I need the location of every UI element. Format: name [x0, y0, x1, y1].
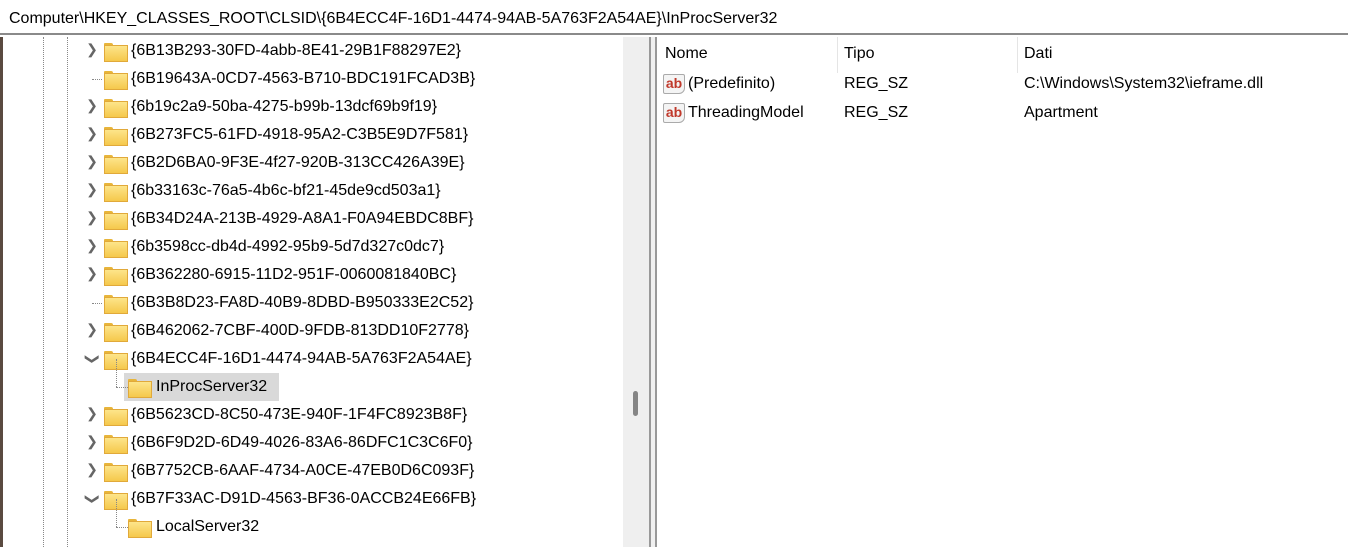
tree-item-label: {6b33163c-76a5-4b6c-bf21-45de9cd503a1} — [131, 182, 441, 199]
tree-item[interactable]: ❯ {6B5623CD-8C50-473E-940F-1F4FC8923B8F} — [0, 401, 620, 429]
tree-item[interactable]: ❯ {6B13B293-30FD-4abb-8E41-29B1F88297E2} — [0, 37, 620, 65]
tree-item[interactable]: ❯ {6b3598cc-db4d-4992-95b9-5d7d327c0dc7} — [0, 233, 620, 261]
tree-scrollbar[interactable] — [623, 37, 649, 547]
tree-item-label: {6B7F33AC-D91D-4563-BF36-0ACCB24E66FB} — [131, 490, 477, 507]
folder-icon — [128, 379, 152, 398]
folder-icon — [104, 127, 128, 146]
tree-connector — [116, 499, 117, 527]
folder-icon — [104, 211, 128, 230]
folder-icon — [104, 351, 128, 370]
tree-item-label: {6B3B8D23-FA8D-40B9-8DBD-B950333E2C52} — [131, 294, 474, 311]
column-divider[interactable] — [1017, 37, 1018, 73]
folder-icon — [104, 239, 128, 258]
tree-item-label: {6B6F9D2D-6D49-4026-83A6-86DFC1C3C6F0} — [131, 434, 473, 451]
folder-icon — [104, 407, 128, 426]
value-type: REG_SZ — [844, 104, 909, 121]
tree-item[interactable]: ❯ {6B4ECC4F-16D1-4474-94AB-5A763F2A54AE} — [0, 345, 620, 373]
tree-item-label: {6B13B293-30FD-4abb-8E41-29B1F88297E2} — [131, 42, 462, 59]
tree-item-label: {6B362280-6915-11D2-951F-0060081840BC} — [131, 266, 457, 283]
column-header-name[interactable]: Nome — [665, 45, 708, 63]
tree-item-label: {6B462062-7CBF-400D-9FDB-813DD10F2778} — [131, 322, 469, 339]
folder-icon — [104, 295, 128, 314]
tree-item[interactable]: ❯ {6B34D24A-213B-4929-A8A1-F0A94EBDC8BF} — [0, 205, 620, 233]
folder-icon — [104, 463, 128, 482]
tree-connector — [116, 387, 128, 388]
tree-item[interactable]: LocalServer32 — [0, 499, 620, 541]
value-type: REG_SZ — [844, 75, 909, 92]
value-data: Apartment — [1024, 104, 1098, 121]
tree-item[interactable] — [0, 541, 620, 547]
key-tree[interactable]: ❯ {6B13B293-30FD-4abb-8E41-29B1F88297E2} {… — [0, 37, 623, 547]
scrollbar-thumb[interactable] — [633, 391, 638, 416]
pane-splitter[interactable] — [649, 37, 657, 547]
tree-item-label: {6B4ECC4F-16D1-4474-94AB-5A763F2A54AE} — [131, 350, 472, 367]
chevron-down-icon[interactable]: ❯ — [81, 491, 101, 507]
chevron-right-icon[interactable]: ❯ — [84, 461, 100, 481]
tree-item[interactable]: ❯ {6B6F9D2D-6D49-4026-83A6-86DFC1C3C6F0} — [0, 429, 620, 457]
chevron-right-icon[interactable]: ❯ — [84, 265, 100, 285]
tree-item-label: {6B7752CB-6AAF-4734-A0CE-47EB0D6C093F} — [131, 462, 475, 479]
column-header-type[interactable]: Tipo — [844, 45, 875, 63]
folder-icon — [104, 435, 128, 454]
tree-connector — [116, 359, 117, 387]
tree-item[interactable]: ❯ {6B2D6BA0-9F3E-4f27-920B-313CC426A39E} — [0, 149, 620, 177]
tree-item[interactable]: ❯ {6B7752CB-6AAF-4734-A0CE-47EB0D6C093F} — [0, 457, 620, 485]
chevron-down-icon[interactable]: ❯ — [81, 351, 101, 367]
chevron-right-icon[interactable]: ❯ — [84, 97, 100, 117]
chevron-right-icon[interactable]: ❯ — [84, 321, 100, 341]
chevron-right-icon[interactable]: ❯ — [84, 125, 100, 145]
address-bar[interactable]: Computer\HKEY_CLASSES_ROOT\CLSID\{6B4ECC… — [0, 0, 1348, 35]
chevron-right-icon[interactable]: ❯ — [84, 153, 100, 173]
tree-item[interactable]: InProcServer32 — [0, 359, 620, 401]
column-header-data[interactable]: Dati — [1024, 45, 1052, 63]
value-row[interactable]: ab (Predefinito) REG_SZ C:\Windows\System32… — [657, 70, 1348, 98]
tree-item-label: {6B19643A-0CD7-4563-B710-BDC191FCAD3B} — [131, 70, 476, 87]
folder-icon — [104, 491, 128, 510]
tree-item-label: {6B2D6BA0-9F3E-4f27-920B-313CC426A39E} — [131, 154, 465, 171]
tree-item-label: {6b19c2a9-50ba-4275-b99b-13dcf69b9f19} — [131, 98, 438, 115]
value-name: ThreadingModel — [688, 104, 804, 121]
value-data: C:\Windows\System32\ieframe.dll — [1024, 75, 1264, 92]
window-edge — [0, 37, 3, 547]
tree-item[interactable]: {6B19643A-0CD7-4563-B710-BDC191FCAD3B} — [0, 65, 620, 93]
tree-item[interactable]: ❯ {6B7F33AC-D91D-4563-BF36-0ACCB24E66FB} — [0, 485, 620, 513]
tree-item-label: {6b3598cc-db4d-4992-95b9-5d7d327c0dc7} — [131, 238, 445, 255]
column-divider[interactable] — [837, 37, 838, 73]
string-value-icon: ab — [663, 103, 685, 123]
chevron-right-icon[interactable]: ❯ — [84, 433, 100, 453]
chevron-right-icon[interactable]: ❯ — [84, 41, 100, 61]
folder-icon — [104, 155, 128, 174]
tree-item[interactable]: ❯ {6b19c2a9-50ba-4275-b99b-13dcf69b9f19} — [0, 93, 620, 121]
tree-item[interactable]: ❯ {6B462062-7CBF-400D-9FDB-813DD10F2778} — [0, 317, 620, 345]
tree-item[interactable]: ❯ {6B362280-6915-11D2-951F-0060081840BC} — [0, 261, 620, 289]
tree-item-label: InProcServer32 — [156, 378, 268, 395]
chevron-right-icon[interactable]: ❯ — [84, 209, 100, 229]
tree-item-label: {6B5623CD-8C50-473E-940F-1F4FC8923B8F} — [131, 406, 468, 423]
tree-item[interactable]: {6B3B8D23-FA8D-40B9-8DBD-B950333E2C52} — [0, 289, 620, 317]
tree-item[interactable]: ❯ {6b33163c-76a5-4b6c-bf21-45de9cd503a1} — [0, 177, 620, 205]
folder-icon — [104, 267, 128, 286]
tree-item-label: LocalServer32 — [156, 518, 260, 535]
value-row[interactable]: ab ThreadingModel REG_SZ Apartment — [657, 99, 1348, 127]
folder-icon — [128, 519, 152, 538]
folder-icon — [104, 323, 128, 342]
string-value-icon: ab — [663, 74, 685, 94]
tree-connector — [92, 303, 102, 304]
tree-item-label: {6B273FC5-61FD-4918-95A2-C3B5E9D7F581} — [131, 126, 469, 143]
chevron-right-icon[interactable]: ❯ — [84, 237, 100, 257]
value-name: (Predefinito) — [688, 75, 776, 92]
tree-item-label: {6B34D24A-213B-4929-A8A1-F0A94EBDC8BF} — [131, 210, 474, 227]
folder-icon — [104, 99, 128, 118]
tree-connector — [92, 79, 102, 80]
values-pane[interactable]: Nome Tipo Dati ab (Predefinito) REG_SZ C:\W… — [657, 37, 1348, 547]
chevron-right-icon[interactable]: ❯ — [84, 181, 100, 201]
folder-icon — [104, 43, 128, 62]
tree-connector — [116, 527, 128, 528]
tree-item[interactable]: ❯ {6B273FC5-61FD-4918-95A2-C3B5E9D7F581} — [0, 121, 620, 149]
folder-icon — [104, 71, 128, 90]
folder-icon — [104, 183, 128, 202]
chevron-right-icon[interactable]: ❯ — [84, 405, 100, 425]
